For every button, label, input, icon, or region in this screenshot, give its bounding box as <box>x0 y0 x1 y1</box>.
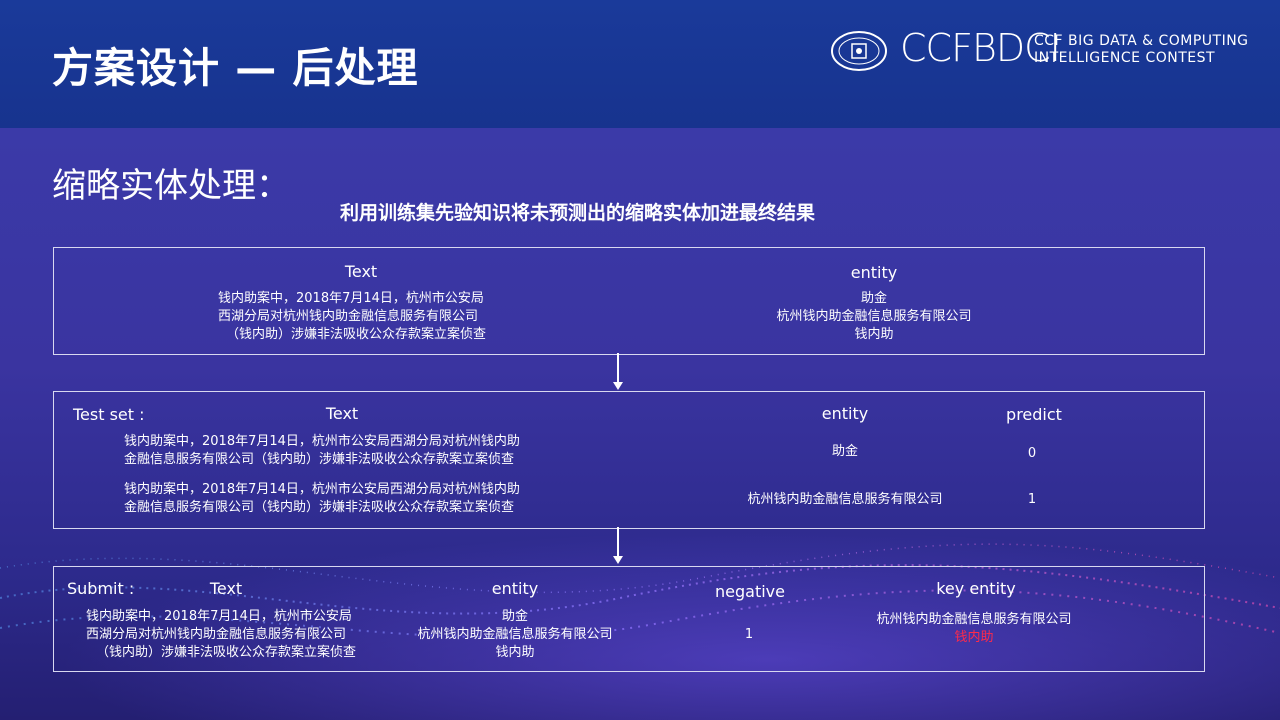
training-col-text: Text <box>344 262 378 281</box>
test-row-predict: 1 <box>1027 492 1037 507</box>
training-text-line: （钱内助）涉嫌非法吸收公众存款案立案侦查 <box>226 327 487 342</box>
submit-entity: 杭州钱内助金融信息服务有限公司 <box>417 627 613 642</box>
submit-text-line: （钱内助）涉嫌非法吸收公众存款案立案侦查 <box>96 645 357 660</box>
test-text-line: 钱内助案中，2018年7月14日，杭州市公安局西湖分局对杭州钱内助 <box>124 482 520 497</box>
submit-row-entities: 助金 杭州钱内助金融信息服务有限公司 钱内助 <box>417 608 612 662</box>
arrow-line <box>617 353 619 383</box>
submit-col-entity: entity <box>491 579 539 598</box>
arrow-line <box>617 527 619 557</box>
submit-entity: 助金 <box>501 609 529 624</box>
test-text-line: 金融信息服务有限公司（钱内助）涉嫌非法吸收公众存款案立案侦查 <box>124 500 515 515</box>
arrow-down-icon <box>613 382 623 390</box>
test-row-entity: 助金 <box>831 444 859 459</box>
submit-col-text: Text <box>209 579 243 598</box>
submit-row-negative: 1 <box>744 627 754 642</box>
ccf-seal-logo <box>831 31 887 71</box>
test-row-predict: 0 <box>1027 446 1037 461</box>
section-subtitle: 利用训练集先验知识将未预测出的缩略实体加进最终结果 <box>340 202 816 224</box>
submit-text-line: 西湖分局对杭州钱内助金融信息服务有限公司 <box>86 627 347 642</box>
test-row-entity: 杭州钱内助金融信息服务有限公司 <box>747 492 943 507</box>
key-entity-added: 钱内助 <box>954 630 994 645</box>
training-col-entity: entity <box>850 263 898 282</box>
test-row-text: 钱内助案中，2018年7月14日，杭州市公安局西湖分局对杭州钱内助 金融信息服务… <box>124 433 520 469</box>
test-text-line: 金融信息服务有限公司（钱内助）涉嫌非法吸收公众存款案立案侦查 <box>124 452 515 467</box>
submit-label: Submit : <box>67 579 135 598</box>
submit-row-key-entities: 杭州钱内助金融信息服务有限公司 钱内助 <box>876 611 1071 647</box>
submit-col-negative: negative <box>715 582 785 601</box>
training-row-text: 钱内助案中，2018年7月14日，杭州市公安局 西湖分局对杭州钱内助金融信息服务… <box>218 290 486 344</box>
page-title: 方案设计 — 后处理 <box>52 44 419 92</box>
contest-name-line1: CCF BIG DATA & COMPUTING <box>1034 33 1249 49</box>
training-entity: 钱内助 <box>854 327 894 342</box>
arrow-down-icon <box>613 556 623 564</box>
submit-row-text: 钱内助案中，2018年7月14日，杭州市公安局 西湖分局对杭州钱内助金融信息服务… <box>86 608 356 662</box>
training-text-line: 钱内助案中，2018年7月14日，杭州市公安局 <box>218 291 484 306</box>
test-text-line: 钱内助案中，2018年7月14日，杭州市公安局西湖分局对杭州钱内助 <box>124 434 520 449</box>
test-set-label: Test set : <box>73 405 145 424</box>
training-entity: 杭州钱内助金融信息服务有限公司 <box>776 309 972 324</box>
test-row-text: 钱内助案中，2018年7月14日，杭州市公安局西湖分局对杭州钱内助 金融信息服务… <box>124 481 520 517</box>
test-col-predict: predict <box>1006 405 1062 424</box>
contest-name-line2: INTELLIGENCE CONTEST <box>1034 50 1216 66</box>
submit-col-key-entity: key entity <box>936 579 1016 598</box>
key-entity: 杭州钱内助金融信息服务有限公司 <box>876 612 1072 627</box>
submit-entity: 钱内助 <box>495 645 535 660</box>
section-title: 缩略实体处理： <box>52 166 290 206</box>
contest-name: CCF BIG DATA & COMPUTING INTELLIGENCE CO… <box>1034 33 1249 67</box>
training-text-line: 西湖分局对杭州钱内助金融信息服务有限公司 <box>218 309 479 324</box>
test-col-entity: entity <box>821 404 869 423</box>
training-entity: 助金 <box>860 291 888 306</box>
training-row-entities: 助金 杭州钱内助金融信息服务有限公司 钱内助 <box>776 290 971 344</box>
test-col-text: Text <box>325 404 359 423</box>
ccf-logo-text: CCF <box>900 26 973 70</box>
submit-text-line: 钱内助案中，2018年7月14日，杭州市公安局 <box>86 609 352 624</box>
